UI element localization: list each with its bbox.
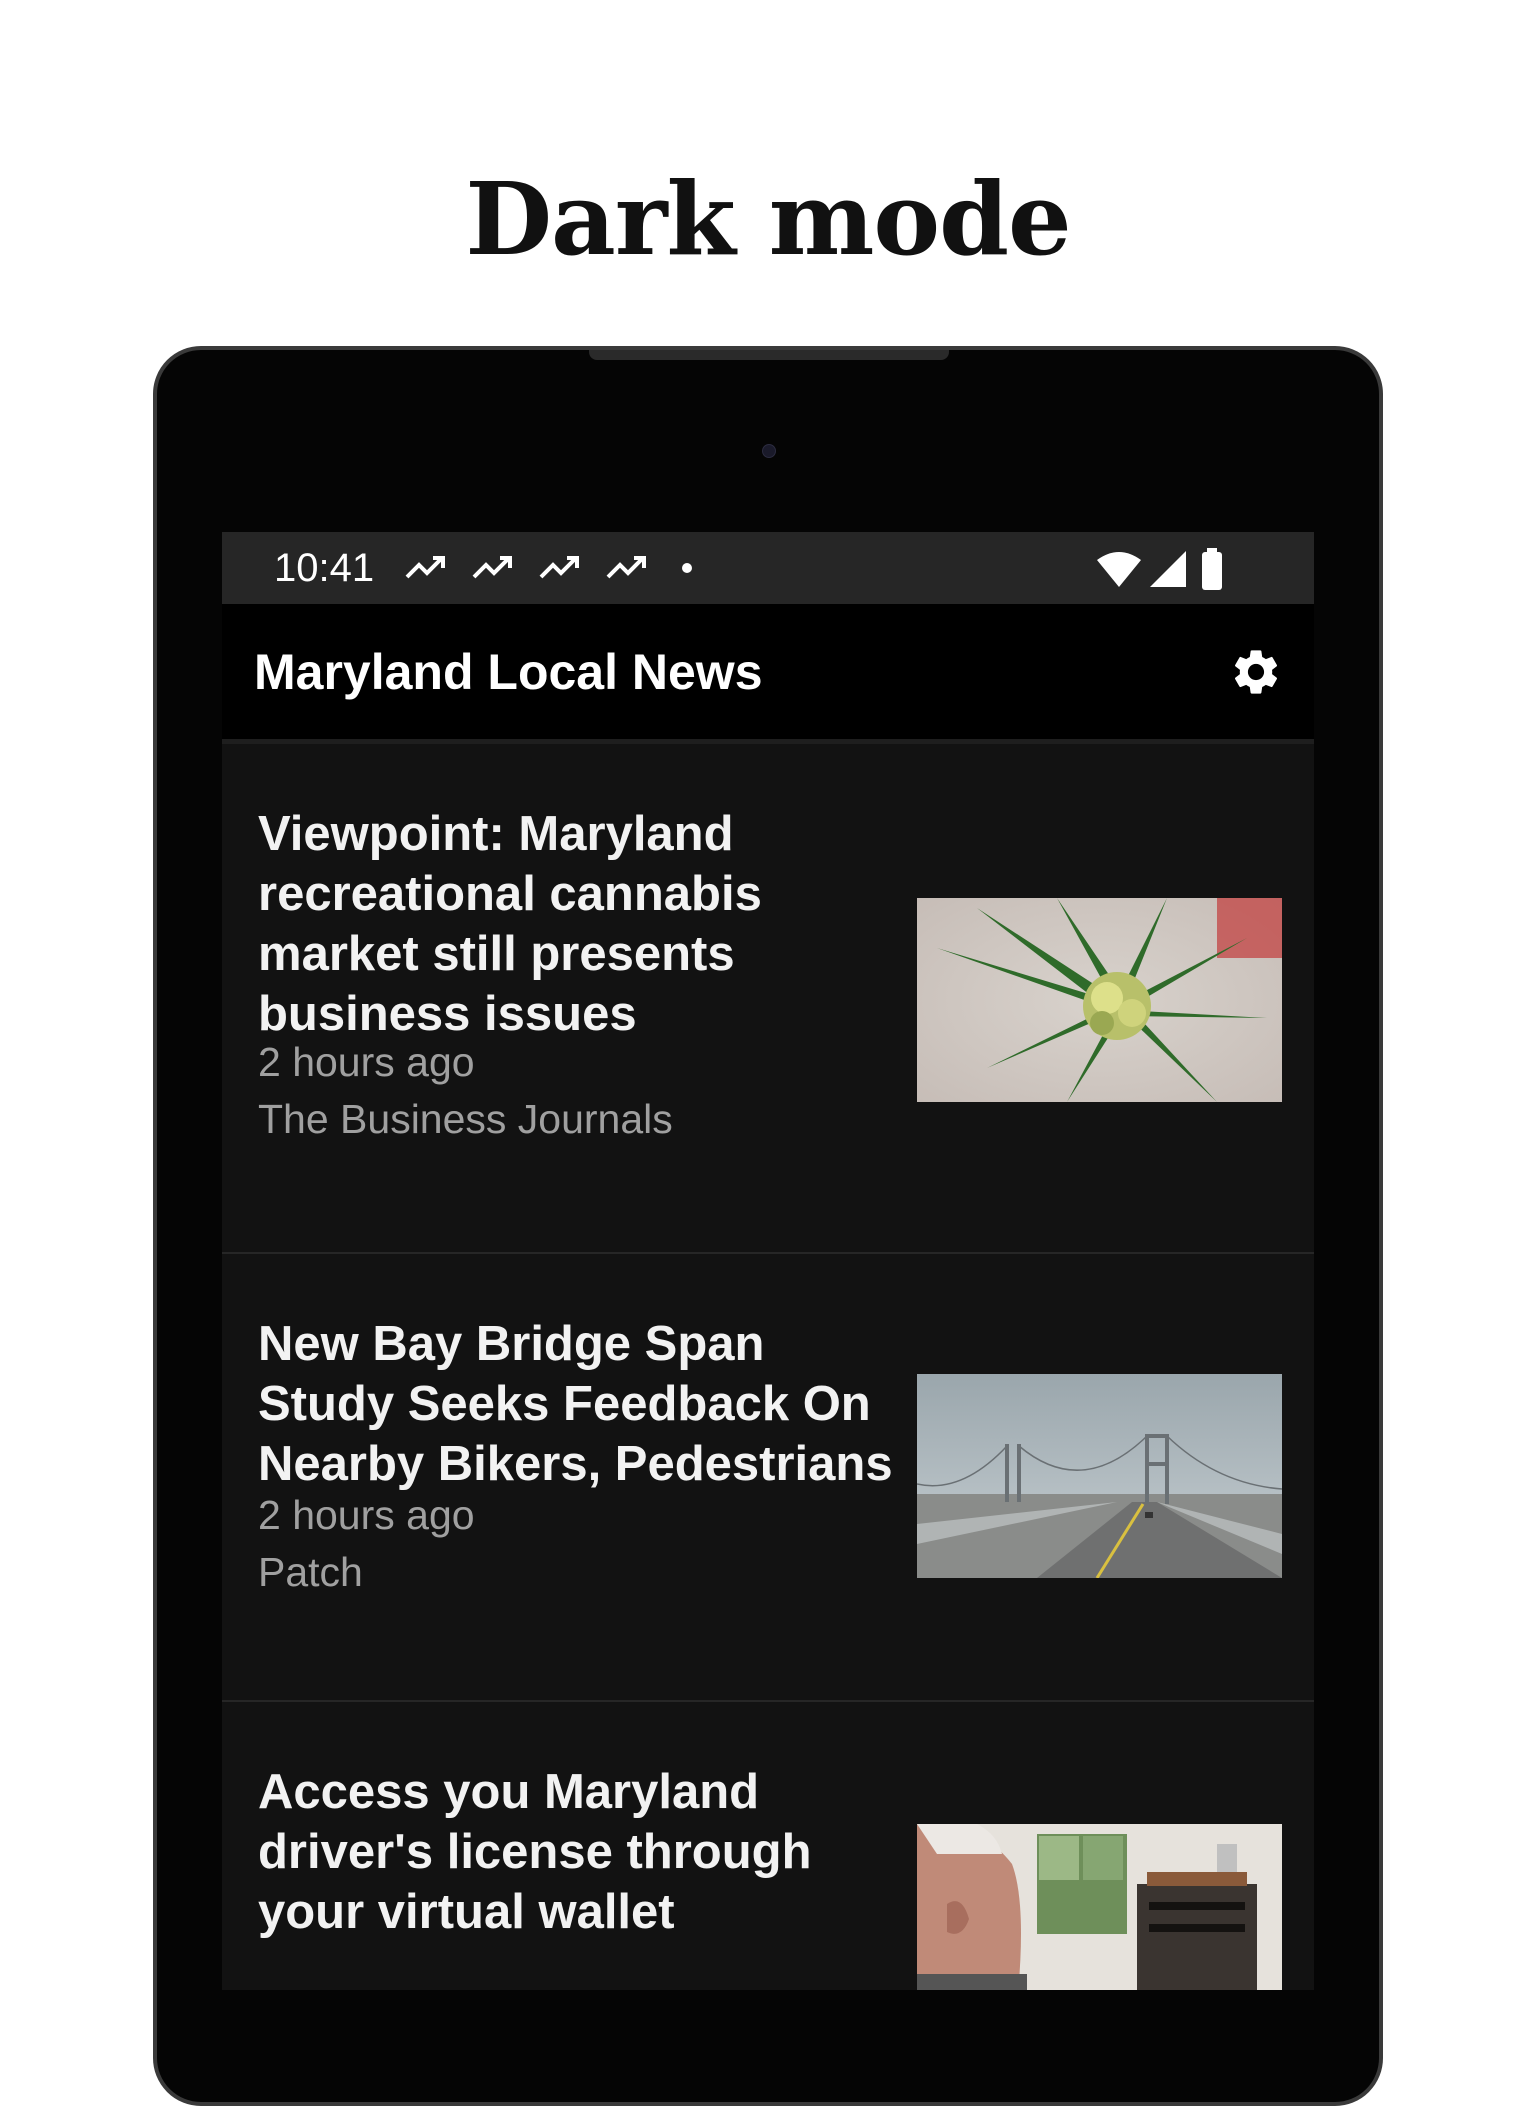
settings-button[interactable] [1228,644,1284,700]
dot-icon [682,563,693,573]
promo-title: Dark mode [465,160,1071,278]
trending-up-icon [472,556,513,579]
system-status-icons [1090,548,1234,590]
trending-up-icon [606,556,647,579]
article-thumbnail [917,898,1282,1102]
status-bar: 10:41 [222,532,1314,604]
app-title: Maryland Local News [254,643,763,700]
status-time: 10:41 [274,545,375,590]
wifi-icon [1097,552,1141,587]
article-headline: New Bay Bridge Span Study Seeks Feedback… [258,1317,893,1491]
article-headline: Viewpoint: Maryland recreational cannabi… [258,807,762,1041]
article-time: 2 hours ago [258,1039,475,1085]
article-time: 2 hours ago [258,1492,475,1538]
trending-up-icon [405,556,446,579]
front-camera [762,444,776,458]
article-thumbnail [917,1374,1282,1578]
app-screen: 10:41 Maryland Local News Viewpoint: Mar… [222,532,1314,1990]
battery-icon [1202,548,1222,590]
article-source: Patch [258,1549,363,1595]
gear-icon [1234,649,1278,694]
article-source: The Business Journals [258,1096,673,1142]
tablet-notch [589,350,949,360]
elderly-man-photo [917,1824,1282,1990]
cellular-signal-icon [1150,551,1186,587]
article-headline: Access you Maryland driver's license thr… [258,1765,812,1939]
bay-bridge-photo [917,1374,1282,1578]
app-bar: Maryland Local News [222,604,1314,744]
cannabis-plant-photo [917,898,1282,1102]
article-card[interactable]: New Bay Bridge Span Study Seeks Feedback… [222,1254,1314,1702]
article-thumbnail [917,1824,1282,1990]
article-card[interactable]: Viewpoint: Maryland recreational cannabi… [222,744,1314,1254]
article-card[interactable]: Access you Maryland driver's license thr… [222,1702,1314,1990]
trending-up-icon [539,556,580,579]
